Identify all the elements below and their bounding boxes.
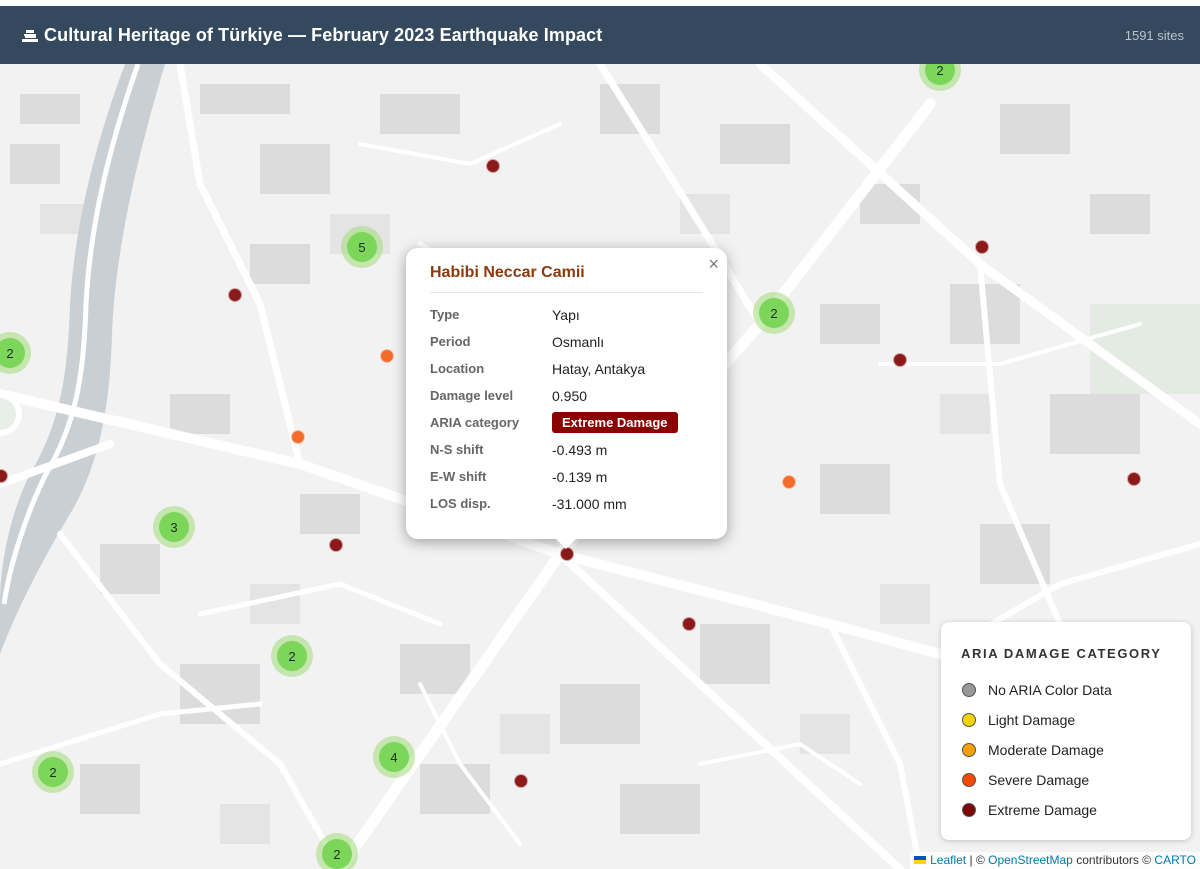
map-attribution: Leaflet | © OpenStreetMap contributors ©… <box>910 852 1200 869</box>
site-marker-extreme[interactable] <box>975 240 989 254</box>
site-marker-severe[interactable] <box>291 430 305 444</box>
site-marker-extreme[interactable] <box>514 774 528 788</box>
damage-category-badge: Extreme Damage <box>552 412 678 433</box>
detail-row: LOS disp. -31.000 mm <box>430 495 627 512</box>
site-marker-extreme[interactable] <box>228 288 242 302</box>
site-marker-extreme[interactable] <box>893 353 907 367</box>
site-details-table: Type Yapı Period Osmanlı Location Hatay, An… <box>430 301 678 517</box>
cluster-marker[interactable]: 5 <box>341 226 383 268</box>
site-count: 1591 sites <box>1124 27 1184 43</box>
app-header: Cultural Heritage of Türkiye — February … <box>0 6 1200 64</box>
site-popup: × Habibi Neccar Camii Type Yapı Period Osm… <box>406 248 727 549</box>
detail-row: N-S shift -0.493 m <box>430 441 608 458</box>
legend-item: No ARIA Color Data <box>961 675 1171 705</box>
detail-row: E-W shift -0.139 m <box>430 468 608 485</box>
page-title: Cultural Heritage of Türkiye — February … <box>44 24 603 45</box>
legend-title: ARIA DAMAGE CATEGORY <box>961 646 1162 661</box>
detail-row: Type Yapı <box>430 306 580 323</box>
osm-link[interactable]: OpenStreetMap <box>988 853 1073 867</box>
legend-swatch <box>962 803 976 817</box>
legend-item: Extreme Damage <box>961 795 1171 825</box>
cluster-marker[interactable]: 2 <box>316 833 358 869</box>
detail-row: Damage level 0.950 <box>430 387 588 404</box>
site-marker-severe[interactable] <box>380 349 394 363</box>
legend-item: Light Damage <box>961 705 1171 735</box>
cluster-marker[interactable]: 3 <box>153 506 195 548</box>
detail-row: Period Osmanlı <box>430 333 605 350</box>
cluster-marker[interactable]: 2 <box>32 751 74 793</box>
ukraine-flag-icon <box>914 856 927 864</box>
legend-swatch <box>962 683 976 697</box>
site-marker-severe[interactable] <box>782 475 796 489</box>
legend-swatch <box>962 713 976 727</box>
cluster-marker[interactable]: 2 <box>271 635 313 677</box>
cluster-marker[interactable]: 2 <box>753 292 795 334</box>
detail-row: ARIA category Extreme Damage <box>430 409 678 436</box>
close-icon[interactable]: × <box>708 254 719 275</box>
legend-swatch <box>962 773 976 787</box>
map-view[interactable]: 2 5 2 2 3 2 4 2 2 × Habibi Neccar Camii … <box>0 64 1200 869</box>
site-marker-extreme[interactable] <box>486 159 500 173</box>
legend-swatch <box>962 743 976 757</box>
carto-link[interactable]: CARTO <box>1154 853 1196 867</box>
popup-title: Habibi Neccar Camii <box>430 264 703 293</box>
legend: ARIA DAMAGE CATEGORY No ARIA Color Data … <box>941 622 1191 840</box>
popup-tip <box>556 539 576 549</box>
site-marker-extreme[interactable] <box>1127 472 1141 486</box>
detail-row: Location Hatay, Antakya <box>430 360 646 377</box>
site-marker-extreme[interactable] <box>329 538 343 552</box>
legend-item: Severe Damage <box>961 765 1171 795</box>
leaflet-link[interactable]: Leaflet <box>930 853 966 867</box>
site-marker-extreme[interactable] <box>682 617 696 631</box>
cluster-marker[interactable]: 4 <box>373 736 415 778</box>
site-marker-extreme-selected[interactable] <box>560 547 574 561</box>
landmark-icon <box>20 26 40 44</box>
legend-item: Moderate Damage <box>961 735 1171 765</box>
